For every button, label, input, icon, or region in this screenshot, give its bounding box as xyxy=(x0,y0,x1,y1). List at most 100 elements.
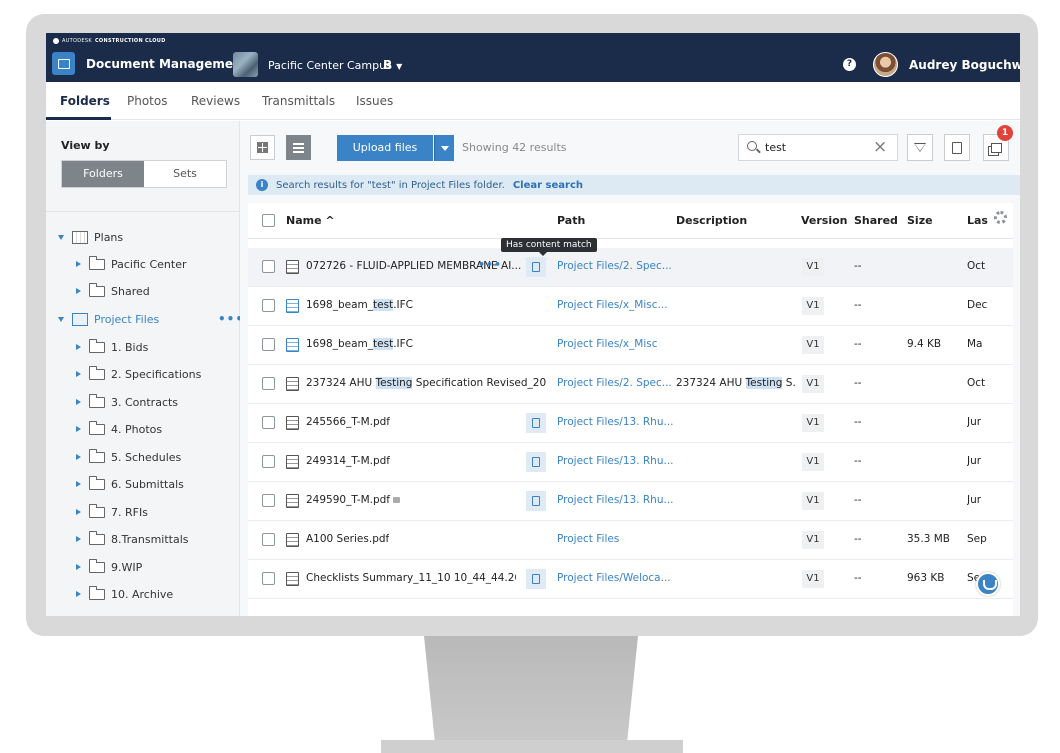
content-match-icon[interactable] xyxy=(526,257,546,277)
file-name[interactable]: 237324 AHU Testing Specification Revised… xyxy=(306,377,546,389)
version-badge[interactable]: V1 xyxy=(802,297,824,315)
file-name[interactable]: 1698_beam_test.IFC xyxy=(306,338,413,350)
row-checkbox[interactable] xyxy=(262,494,275,507)
expand-icon[interactable] xyxy=(76,454,81,460)
table-row[interactable]: 249314_T-M.pdf Project Files/13. Rhu... … xyxy=(248,443,1013,482)
help-icon[interactable]: ? xyxy=(843,58,856,71)
table-row[interactable]: Checklists Summary_11_10 10_44_44.269...… xyxy=(248,560,1013,599)
clear-search-link[interactable]: Clear search xyxy=(513,180,583,191)
tree-item-folder[interactable]: 1. Bids xyxy=(76,337,148,357)
file-name[interactable]: A100 Series.pdf xyxy=(306,533,389,545)
help-chat-icon[interactable] xyxy=(976,572,1000,596)
table-row[interactable]: 237324 AHU Testing Specification Revised… xyxy=(248,365,1013,404)
list-view-button[interactable] xyxy=(286,135,311,160)
column-settings-icon[interactable] xyxy=(994,211,1007,224)
tab-issues[interactable]: Issues xyxy=(356,94,393,108)
tree-item-folder[interactable]: 8.Transmittals xyxy=(76,529,189,549)
file-path[interactable]: Project Files/x_Misc xyxy=(557,338,658,350)
version-badge[interactable]: V1 xyxy=(802,375,824,393)
row-checkbox[interactable] xyxy=(262,299,275,312)
module-selector[interactable]: Document Management▼ xyxy=(86,57,257,71)
tab-transmittals[interactable]: Transmittals xyxy=(262,94,335,108)
expand-icon[interactable] xyxy=(76,591,81,597)
expand-icon[interactable] xyxy=(76,399,81,405)
table-row[interactable]: 072726 - FLUID-APPLIED MEMBRANE AI... ••… xyxy=(248,238,1013,287)
user-menu[interactable]: Audrey Boguchwal▼ xyxy=(909,58,1020,72)
tree-item-folder[interactable]: 6. Submittals xyxy=(76,474,184,494)
file-name[interactable]: 1698_beam_test.IFC xyxy=(306,299,413,311)
version-badge[interactable]: V1 xyxy=(802,531,824,549)
tree-item-plans[interactable]: Plans xyxy=(58,227,123,247)
file-path[interactable]: Project Files/Weloca... xyxy=(557,572,671,584)
row-checkbox[interactable] xyxy=(262,416,275,429)
col-size[interactable]: Size xyxy=(907,214,933,227)
file-path[interactable]: Project Files xyxy=(557,533,619,545)
avatar[interactable] xyxy=(873,52,898,77)
expand-icon[interactable] xyxy=(76,536,81,542)
col-version[interactable]: Version xyxy=(801,214,848,227)
row-checkbox[interactable] xyxy=(262,377,275,390)
col-last[interactable]: Las xyxy=(967,214,988,227)
expand-icon[interactable] xyxy=(76,344,81,350)
expand-icon[interactable] xyxy=(76,371,81,377)
file-path[interactable]: Project Files/13. Rhu... xyxy=(557,494,674,506)
version-badge[interactable]: V1 xyxy=(802,336,824,354)
more-options-icon[interactable]: ••• xyxy=(478,258,502,271)
expand-icon[interactable] xyxy=(76,261,81,267)
col-shared[interactable]: Shared xyxy=(854,214,898,227)
expand-icon[interactable] xyxy=(58,316,64,322)
content-match-icon[interactable] xyxy=(526,491,546,511)
expand-icon[interactable] xyxy=(76,426,81,432)
tab-reviews[interactable]: Reviews xyxy=(191,94,240,108)
table-row[interactable]: 245566_T-M.pdf Project Files/13. Rhu... … xyxy=(248,404,1013,443)
clear-search-icon[interactable]: × xyxy=(873,137,887,157)
row-checkbox[interactable] xyxy=(262,338,275,351)
tree-item-folder[interactable]: 9.WIP xyxy=(76,557,142,577)
view-folders-button[interactable]: Folders xyxy=(62,161,144,187)
expand-icon[interactable] xyxy=(76,481,81,487)
version-badge[interactable]: V1 xyxy=(802,453,824,471)
row-checkbox[interactable] xyxy=(262,572,275,585)
expand-icon[interactable] xyxy=(76,288,81,294)
file-name[interactable]: 245566_T-M.pdf xyxy=(306,416,390,428)
tree-item-folder[interactable]: 2. Specifications xyxy=(76,364,201,384)
search-input[interactable] xyxy=(765,141,865,154)
version-badge[interactable]: V1 xyxy=(802,414,824,432)
project-badge[interactable]: B ▼ xyxy=(383,58,402,72)
view-sets-button[interactable]: Sets xyxy=(144,161,226,187)
project-selector[interactable]: Pacific Center Campus xyxy=(268,59,392,72)
col-description[interactable]: Description xyxy=(676,214,747,227)
version-badge[interactable]: V1 xyxy=(802,570,824,588)
file-path[interactable]: Project Files/13. Rhu... xyxy=(557,455,674,467)
version-badge[interactable]: V1 xyxy=(802,258,824,276)
row-checkbox[interactable] xyxy=(262,533,275,546)
file-name[interactable]: Checklists Summary_11_10 10_44_44.269... xyxy=(306,572,516,584)
expand-icon[interactable] xyxy=(76,564,81,570)
module-icon[interactable] xyxy=(52,52,75,75)
tab-photos[interactable]: Photos xyxy=(127,94,167,108)
table-row[interactable]: 1698_beam_test.IFC Project Files/x_Misc.… xyxy=(248,287,1013,326)
content-match-icon[interactable] xyxy=(526,569,546,589)
row-checkbox[interactable] xyxy=(262,260,275,273)
content-match-icon[interactable] xyxy=(526,452,546,472)
content-match-icon[interactable] xyxy=(526,413,546,433)
tree-item-folder[interactable]: 3. Contracts xyxy=(76,392,178,412)
tree-item-folder[interactable]: 5. Schedules xyxy=(76,447,181,467)
export-button[interactable] xyxy=(944,134,970,161)
tree-item-pacific-center[interactable]: Pacific Center xyxy=(76,254,186,274)
version-badge[interactable]: V1 xyxy=(802,492,824,510)
upload-files-button[interactable]: Upload files xyxy=(337,135,433,161)
expand-icon[interactable] xyxy=(76,509,81,515)
file-path[interactable]: Project Files/2. Spec... xyxy=(557,260,672,272)
upload-dropdown-button[interactable] xyxy=(434,135,454,161)
expand-icon[interactable] xyxy=(58,234,64,240)
filter-button[interactable] xyxy=(907,134,933,161)
file-name[interactable]: 249590_T-M.pdf xyxy=(306,494,400,506)
grid-view-button[interactable] xyxy=(250,135,275,160)
tab-folders[interactable]: Folders xyxy=(60,94,110,108)
col-name[interactable]: Name ^ xyxy=(286,214,335,227)
row-checkbox[interactable] xyxy=(262,455,275,468)
tree-item-folder[interactable]: 4. Photos xyxy=(76,419,162,439)
col-path[interactable]: Path xyxy=(557,214,585,227)
file-name[interactable]: 249314_T-M.pdf xyxy=(306,455,390,467)
